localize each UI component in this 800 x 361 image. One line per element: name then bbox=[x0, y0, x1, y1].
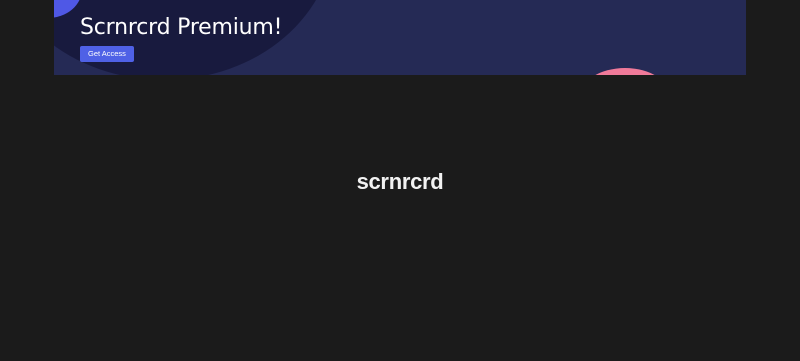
get-access-button[interactable]: Get Access bbox=[80, 46, 134, 62]
banner-title: Scrnrcrd Premium! bbox=[80, 15, 283, 40]
site-logo: scrnrcrd bbox=[356, 169, 444, 194]
banner-pink-shape bbox=[579, 68, 671, 75]
page: Scrnrcrd Premium! Get Access scrnrcrd bbox=[0, 0, 800, 361]
premium-banner: Scrnrcrd Premium! Get Access bbox=[54, 0, 746, 75]
